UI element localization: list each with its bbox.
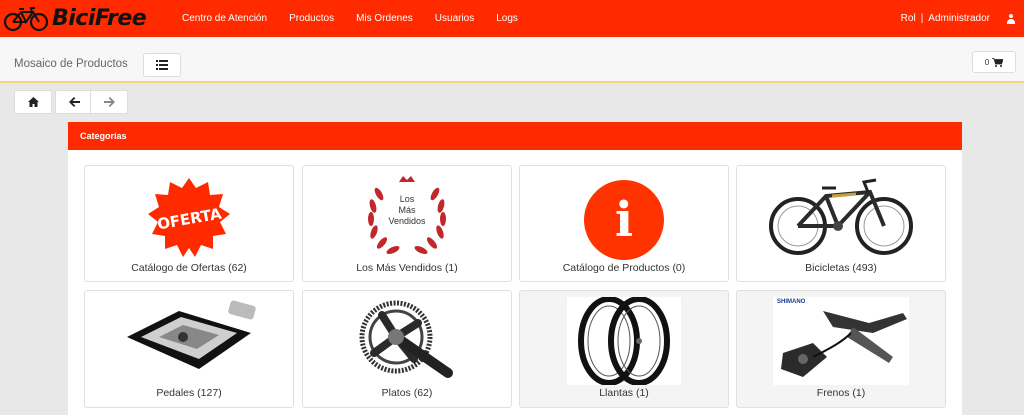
categories-panel: Categorías OFERTA Catálogo de Ofertas (6… [68, 122, 962, 415]
laurel-text-line: Vendidos [388, 216, 426, 226]
list-view-button[interactable] [143, 53, 181, 77]
laurel-wreath-icon: Los Más Vendidos [359, 174, 455, 258]
category-label: Platos (62) [381, 387, 433, 399]
wheels-image-icon [567, 297, 681, 385]
info-letter: i [614, 192, 634, 248]
cart-count: 0 [984, 57, 990, 67]
info-circle-icon: i [584, 180, 664, 260]
home-icon [27, 97, 39, 107]
shopping-cart-icon [992, 57, 1004, 67]
main-nav: Centro de Atención Productos Mis Ordenes… [182, 0, 540, 37]
panel-title: Categorías [68, 122, 962, 150]
category-label: Los Más Vendidos (1) [356, 262, 458, 274]
home-button[interactable] [14, 90, 52, 114]
laurel-text-line: Más [398, 205, 416, 215]
laurel-text: Los Más Vendidos [359, 194, 455, 227]
list-icon [156, 60, 168, 70]
pedal-image-icon [119, 297, 259, 383]
category-label: Catálogo de Productos (0) [562, 262, 686, 274]
bicycle-image-icon [766, 174, 916, 259]
nav-item-logs[interactable]: Logs [496, 13, 518, 24]
category-tile-platos[interactable]: Platos (62) [302, 290, 512, 408]
category-label: Bicicletas (493) [805, 262, 877, 274]
cart-button[interactable]: 0 [972, 51, 1016, 73]
category-tile-catalogo[interactable]: i Catálogo de Productos (0) [519, 165, 729, 282]
category-tile-frenos[interactable]: SHIMANO Frenos (1) [736, 290, 946, 408]
nav-item-mis-ordenes[interactable]: Mis Ordenes [356, 13, 413, 24]
nav-item-productos[interactable]: Productos [289, 13, 334, 24]
category-tile-pedales[interactable]: Pedales (127) [84, 290, 294, 408]
brake-image-icon: SHIMANO [773, 297, 909, 385]
user-icon[interactable] [1006, 13, 1016, 24]
nav-item-usuarios[interactable]: Usuarios [435, 13, 474, 24]
role-separator: | [920, 13, 924, 24]
crankset-image-icon [352, 297, 462, 383]
brand[interactable]: BiciFree [4, 6, 174, 32]
arrow-right-icon [103, 97, 115, 107]
shimano-brand-text: SHIMANO [777, 299, 806, 305]
category-tile-mas-vendidos[interactable]: Los Más Vendidos Los Más Vendidos (1) [302, 165, 512, 282]
category-tile-bicicletas[interactable]: Bicicletas (493) [736, 165, 946, 282]
sub-header: Mosaico de Productos 0 [0, 37, 1024, 83]
rol-label: Rol [900, 13, 916, 24]
page-title: Mosaico de Productos [14, 58, 128, 70]
bicycle-logo-icon [4, 6, 48, 31]
oferta-badge-icon: OFERTA [144, 174, 234, 264]
category-label: Catálogo de Ofertas (62) [131, 262, 247, 274]
category-tile-ofertas[interactable]: OFERTA Catálogo de Ofertas (62) [84, 165, 294, 282]
back-button[interactable] [55, 90, 93, 114]
category-label: Pedales (127) [156, 387, 222, 399]
role-value: Administrador [928, 13, 990, 24]
category-label: Frenos (1) [816, 387, 866, 399]
user-area: Rol | Administrador [901, 0, 1016, 37]
top-navbar: BiciFree Centro de Atención Productos Mi… [0, 0, 1024, 37]
brand-name: BiciFree [52, 6, 147, 31]
arrow-left-icon [68, 97, 80, 107]
forward-button[interactable] [90, 90, 128, 114]
nav-item-centro-atencion[interactable]: Centro de Atención [182, 13, 267, 24]
category-label: Llantas (1) [599, 387, 649, 399]
category-tile-llantas[interactable]: Llantas (1) [519, 290, 729, 408]
laurel-text-line: Los [399, 194, 415, 204]
